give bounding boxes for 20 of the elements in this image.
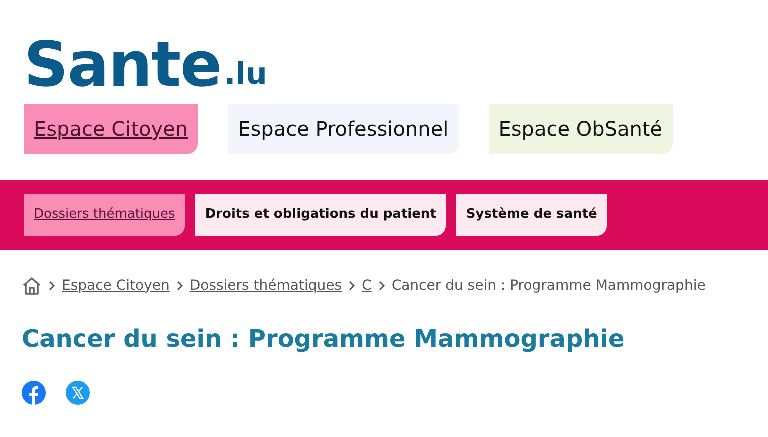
breadcrumb-current: Cancer du sein : Programme Mammographie: [392, 276, 706, 296]
logo-suffix[interactable]: .lu: [224, 60, 268, 90]
subnav-tab[interactable]: Dossiers thématiques: [24, 194, 186, 236]
space-tab[interactable]: Espace Professionnel: [228, 104, 459, 154]
subnav-tab[interactable]: Droits et obligations du patient: [195, 194, 446, 236]
chevron-icon: [378, 280, 386, 292]
chevron-icon: [48, 280, 56, 292]
home-icon[interactable]: [22, 276, 42, 296]
x-icon[interactable]: [66, 381, 90, 406]
breadcrumb-link[interactable]: C: [362, 276, 372, 296]
chevron-icon: [176, 280, 184, 292]
subnav-tab[interactable]: Système de santé: [456, 194, 608, 236]
facebook-icon[interactable]: [22, 381, 46, 406]
breadcrumb-link[interactable]: Espace Citoyen: [62, 276, 170, 296]
chevron-icon: [348, 280, 356, 292]
space-tab[interactable]: Espace ObSanté: [488, 104, 673, 154]
page-title: Cancer du sein : Programme Mammographie: [21, 324, 626, 354]
logo-text[interactable]: Sante: [24, 34, 222, 96]
breadcrumb-link[interactable]: Dossiers thématiques: [190, 276, 342, 296]
space-tab[interactable]: Espace Citoyen: [24, 104, 198, 154]
